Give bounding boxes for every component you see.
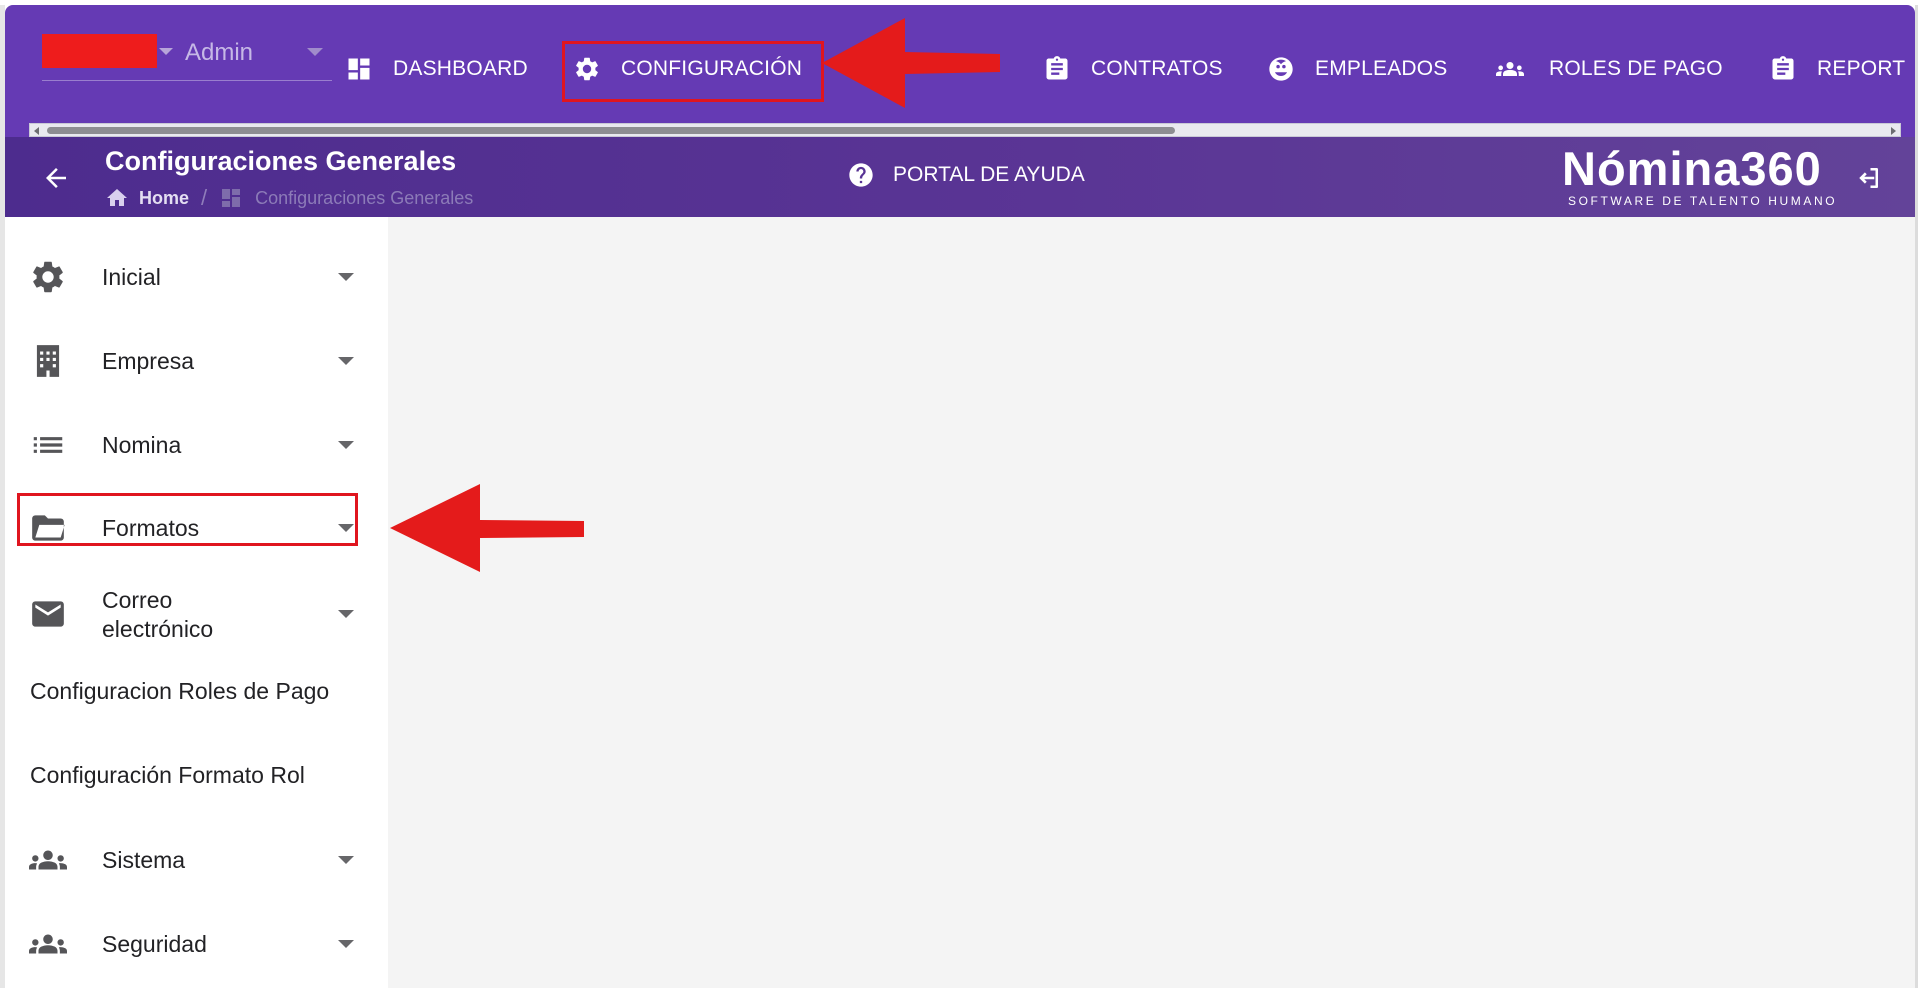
chevron-down-icon [159,48,173,55]
sidebar-item-label: Seguridad [102,930,207,957]
chevron-down-icon [338,357,354,365]
help-portal-button[interactable]: PORTAL DE AYUDA [847,161,1085,189]
chevron-down-icon [338,610,354,618]
sidebar-item-empresa[interactable]: Empresa [5,335,388,387]
dashboard-icon [348,58,370,80]
annotation-highlight-box [562,41,824,102]
sidebar-item-label: Sistema [102,846,186,873]
nav-reportes[interactable]: REPORT [1769,49,1905,89]
sidebar-item-label-line1: Correo [102,587,173,613]
sidebar-item-nomina[interactable]: Nomina [5,419,388,471]
annotation-arrow-icon [390,484,584,572]
chevron-down-icon [338,441,354,449]
chevron-down-icon [338,273,354,281]
sidebar-item-inicial[interactable]: Inicial [5,251,388,303]
breadcrumb-home[interactable]: Home [139,188,189,209]
logo-tagline: SOFTWARE DE TALENTO HUMANO [1568,194,1838,208]
nav-label: DASHBOARD [393,57,528,80]
breadcrumb-current: Configuraciones Generales [255,187,474,208]
home-icon [107,189,127,206]
help-label: PORTAL DE AYUDA [893,163,1085,186]
nav-label: CONTRATOS [1091,57,1223,80]
nav-label: ROLES DE PAGO [1549,57,1723,80]
sidebar-item-label: Inicial [102,263,161,290]
list-icon [33,437,63,453]
logout-icon[interactable] [1853,163,1883,193]
sidebar-item-label: Nomina [102,431,182,458]
sidebar-item-config-roles-pago[interactable]: Configuracion Roles de Pago [30,678,329,705]
building-icon [36,345,60,377]
scroll-left-arrow-icon[interactable] [34,127,39,135]
nav-roles-de-pago[interactable]: ROLES DE PAGO [1491,49,1723,89]
breadcrumb: Home / Configuraciones Generales [105,185,473,211]
annotation-highlight-box [17,493,358,546]
nav-dashboard[interactable]: DASHBOARD [345,49,528,89]
chevron-down-icon[interactable] [307,48,323,56]
page-title: Configuraciones Generales [105,146,457,176]
horizontal-scrollbar[interactable] [29,123,1901,137]
logo-wordmark: Nómina360 [1562,142,1822,195]
nav-empleados[interactable]: EMPLEADOS [1267,49,1448,89]
scrollbar-thumb[interactable] [47,127,1175,134]
clipboard-icon [1772,56,1794,80]
clipboard-icon [1046,56,1068,80]
nav-contratos[interactable]: CONTRATOS [1043,49,1223,89]
chevron-down-icon [338,940,354,948]
group-icon [29,850,67,870]
sidebar-item-seguridad[interactable]: Seguridad [5,918,388,970]
nomina360-logo: Nómina360 SOFTWARE DE TALENTO HUMANO [1558,141,1858,211]
group-icon [29,934,67,954]
dashboard-icon [222,189,241,207]
sidebar-item-correo[interactable]: Correo electrónico [5,574,388,654]
annotation-arrow-icon [822,18,1000,108]
main-content-area [388,217,1915,988]
company-selector[interactable]: Admin [42,29,332,81]
scroll-right-arrow-icon[interactable] [1891,127,1896,135]
redacted-company-name [42,34,157,68]
page-header: Configuraciones Generales Home / Configu… [5,137,1915,217]
gear-icon [33,261,63,293]
sidebar-item-label-line2: electrónico [102,616,214,642]
nav-label: REPORT [1817,57,1906,80]
user-name: Admin [185,39,254,66]
breadcrumb-separator: / [201,185,208,210]
back-arrow-icon[interactable] [41,163,71,193]
group-icon [1496,62,1524,76]
sidebar: Inicial Empresa Nomina Formatos Correo e… [5,217,388,988]
sidebar-item-sistema[interactable]: Sistema [5,834,388,886]
sidebar-item-label: Empresa [102,347,195,374]
mail-icon [32,601,64,627]
nav-label: EMPLEADOS [1315,57,1448,80]
help-icon [849,163,873,187]
sidebar-item-config-formato-rol[interactable]: Configuración Formato Rol [30,762,305,789]
chevron-down-icon [338,856,354,864]
face-icon [1269,57,1293,81]
